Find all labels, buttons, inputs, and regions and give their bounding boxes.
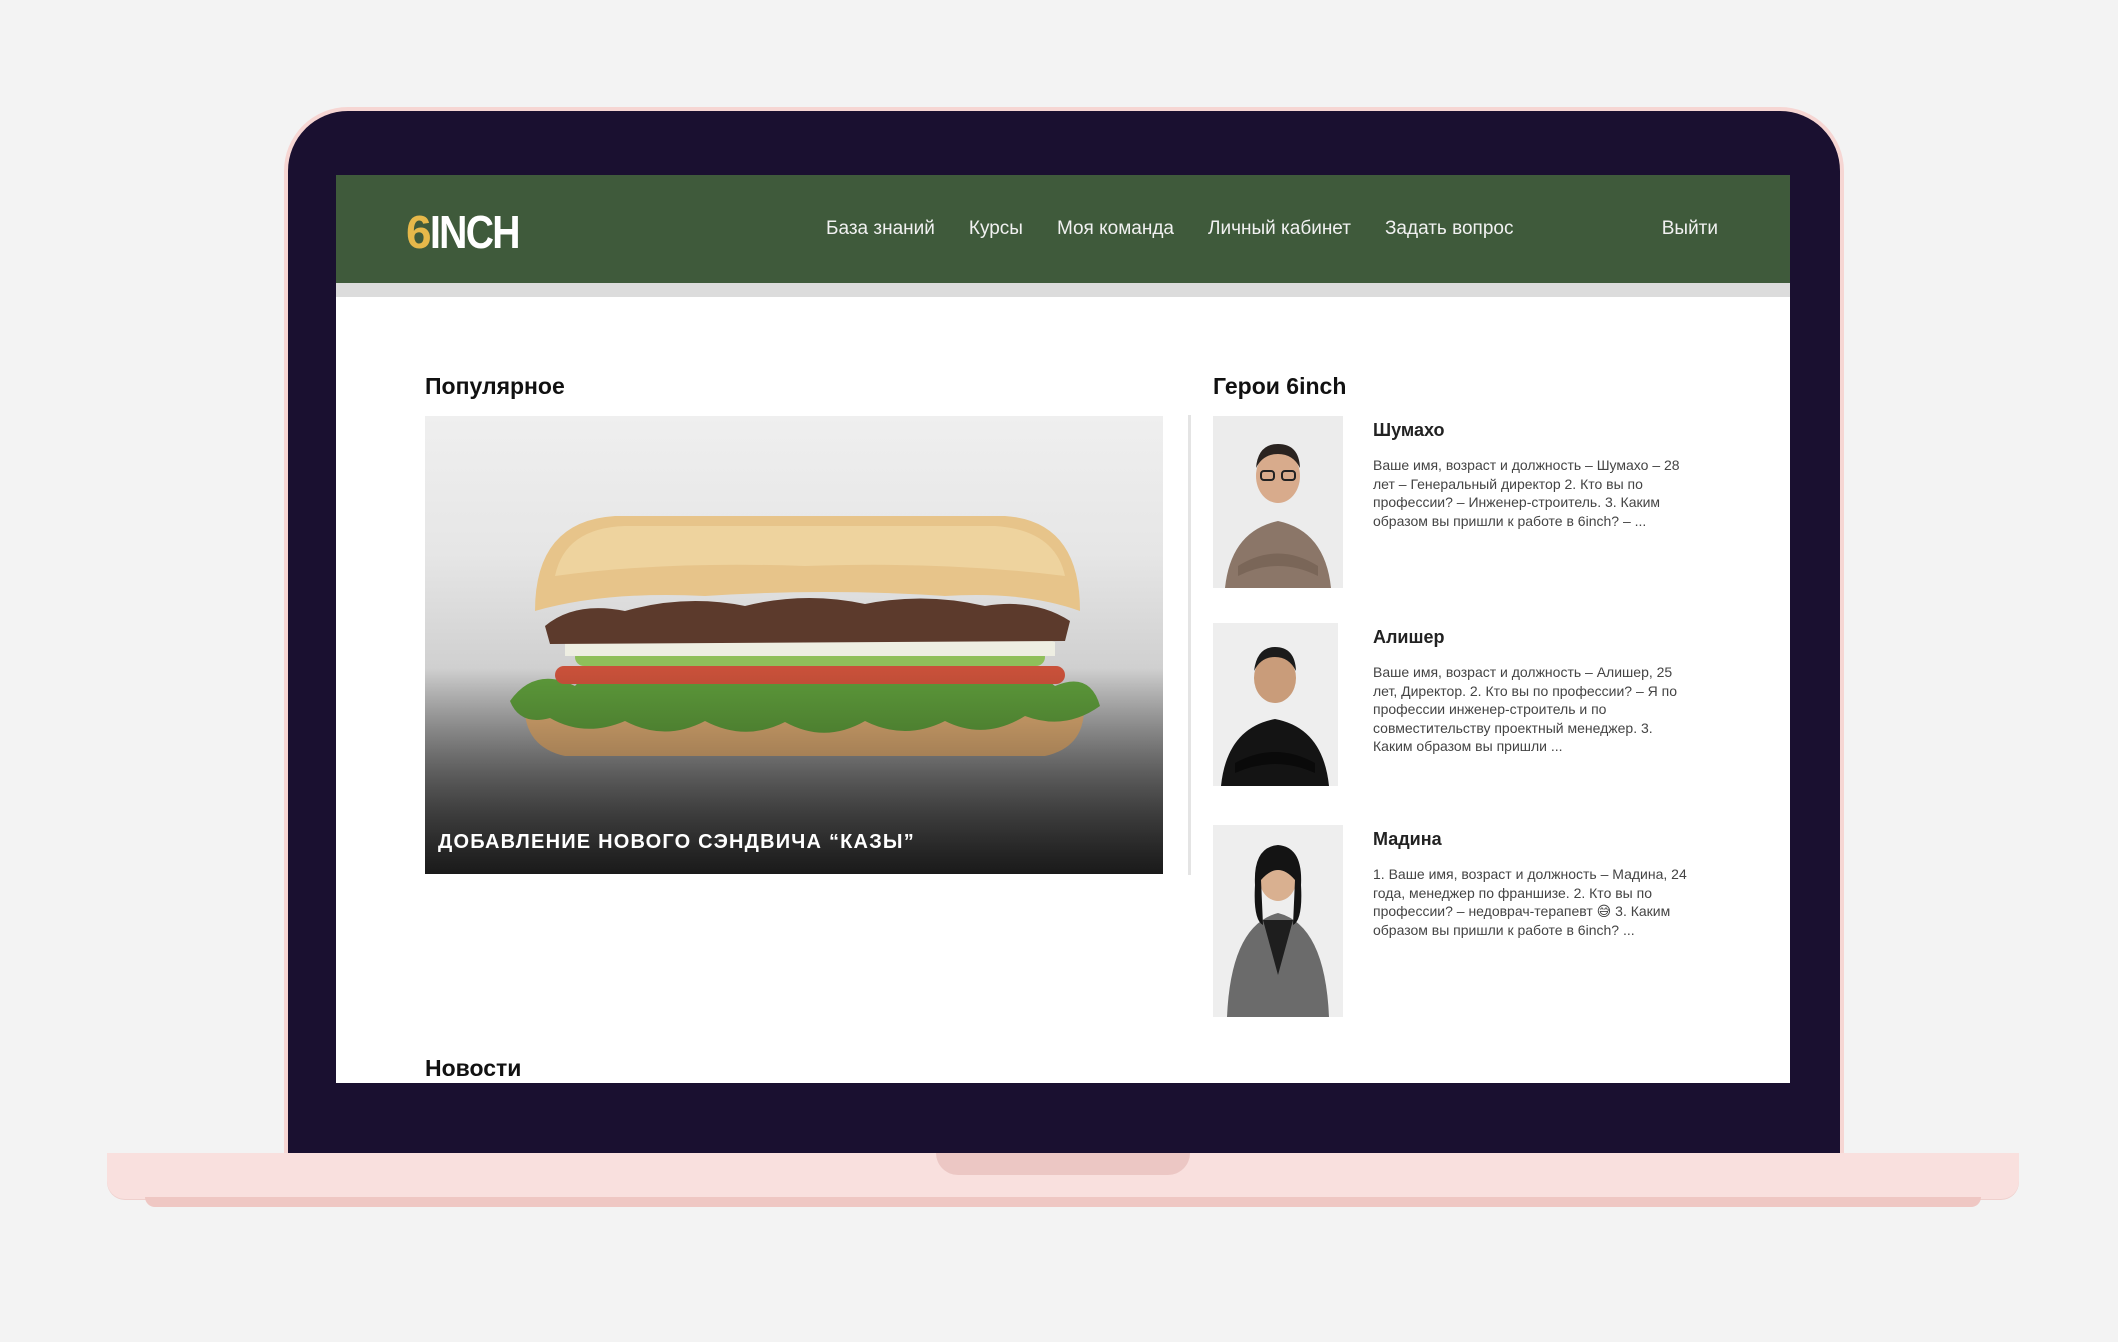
nav-item-my-team[interactable]: Моя команда [1057,218,1174,240]
hero-name: Алишер [1373,627,1445,647]
popular-card[interactable]: Добавление нового сэндвича “Казы” [425,416,1163,874]
news-title: Новости [425,1055,522,1081]
nav-item-courses[interactable]: Курсы [969,218,1023,240]
nav-links: База знаний Курсы Моя команда Личный каб… [826,175,1513,283]
hero-name: Мадина [1373,829,1442,849]
sandwich-image [425,416,1163,874]
popular-title: Популярное [425,373,565,399]
hero-excerpt: 1. Ваше имя, возраст и должность – Мадин… [1373,866,1687,938]
hero-card-shumakho[interactable]: Шумахо Ваше имя, возраст и должность – Ш… [1213,416,1713,596]
laptop-notch [936,1153,1190,1175]
logout-link[interactable]: Выйти [1662,175,1718,283]
nav-item-personal-account[interactable]: Личный кабинет [1208,218,1351,240]
section-divider [1188,415,1191,875]
nav-item-ask-question[interactable]: Задать вопрос [1385,218,1514,240]
popular-card-caption: Добавление нового сэндвича “Казы” [438,831,915,853]
hero-card-madina[interactable]: Мадина 1. Ваше имя, возраст и должность … [1213,825,1713,1020]
hero-excerpt: Ваше имя, возраст и должность – Шумахо –… [1373,457,1680,529]
hero-photo [1213,623,1338,786]
hero-photo [1213,416,1343,588]
laptop-base-shadow [145,1197,1981,1207]
nav-item-knowledge-base[interactable]: База знаний [826,218,935,240]
hero-name: Шумахо [1373,420,1445,440]
brand-logo[interactable]: 6 INCH [406,205,534,255]
heroes-title: Герои 6inch [1213,373,1347,399]
hero-card-alisher[interactable]: Алишер Ваше имя, возраст и должность – А… [1213,623,1713,793]
navbar: 6 INCH База знаний Курсы Моя команда Лич… [336,175,1790,297]
hero-excerpt: Ваше имя, возраст и должность – Алишер, … [1373,664,1678,754]
laptop-screen: 6 INCH База знаний Курсы Моя команда Лич… [336,175,1790,1083]
hero-photo [1213,825,1343,1017]
mockup-stage: 6 INCH База знаний Курсы Моя команда Лич… [0,0,2118,1342]
logo-word: INCH [429,206,520,258]
logo-number: 6 [406,206,432,258]
